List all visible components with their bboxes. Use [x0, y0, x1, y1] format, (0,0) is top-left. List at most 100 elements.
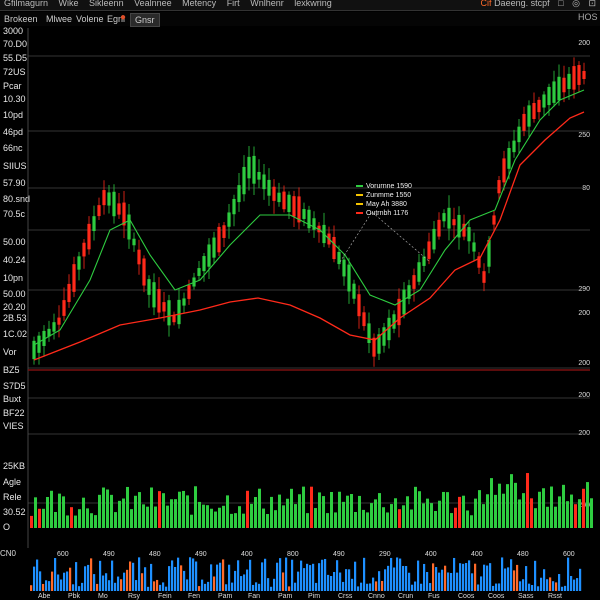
oscillator-bar — [159, 584, 162, 591]
volume-bar — [250, 503, 253, 528]
oscillator-bar — [216, 564, 219, 591]
oscillator-bar — [486, 565, 489, 591]
volume-bar — [582, 488, 585, 528]
volume-bar — [530, 498, 533, 528]
oscillator-bar — [84, 566, 87, 591]
x-tick-label: 490 — [333, 551, 345, 558]
volume-bar — [494, 494, 497, 528]
candle-body — [197, 268, 201, 276]
oscillator-bar — [567, 557, 570, 591]
oscillator-bar — [129, 561, 132, 591]
oscillator-bar — [288, 586, 291, 591]
oscillator-bar — [102, 575, 105, 591]
oscillator-bar — [282, 572, 285, 591]
oscillator-bar — [237, 560, 240, 591]
volume-bar — [278, 494, 281, 528]
oscillator-bar — [243, 574, 246, 591]
x-tick-label: Rsst — [548, 593, 562, 600]
volume-bar — [202, 504, 205, 528]
volume-bar — [406, 496, 409, 528]
volume-bar — [306, 513, 309, 528]
oscillator-bar — [363, 557, 366, 591]
oscillator-bar — [57, 574, 60, 591]
oscillator-bar — [324, 558, 327, 591]
oscillator-bar — [204, 583, 207, 591]
volume-bar — [254, 497, 257, 528]
x-tick-label: 480 — [149, 551, 161, 558]
oscillator-bar — [561, 586, 564, 591]
volume-bar — [434, 510, 437, 528]
volume-bar — [286, 498, 289, 528]
candle-body — [517, 126, 521, 143]
candle-body — [157, 289, 161, 313]
oscillator-bar — [372, 577, 375, 591]
oscillator-bar — [123, 572, 126, 591]
x-tick-label: Pim — [308, 593, 321, 600]
volume-bar — [102, 487, 105, 528]
legend-label: May Ah 3880 — [366, 201, 407, 208]
oscillator-bar — [426, 572, 429, 591]
volume-bar — [234, 513, 237, 528]
oscillator-bar — [258, 583, 261, 591]
oscillator-bar — [522, 579, 525, 591]
oscillator-bar — [537, 586, 540, 591]
volume-bar — [478, 490, 481, 528]
volume-bar — [334, 512, 337, 528]
volume-bar — [442, 491, 445, 528]
volume-bar — [482, 504, 485, 528]
volume-bar — [346, 495, 349, 528]
oscillator-bar — [165, 586, 168, 591]
candle-body — [62, 300, 66, 316]
volume-bar — [154, 506, 157, 528]
volume-bar — [294, 504, 297, 528]
candle-body — [187, 285, 191, 299]
volume-bar — [414, 486, 417, 528]
candle-body — [177, 299, 181, 325]
x-tick-label: Mo — [98, 593, 108, 600]
volume-bar — [86, 508, 89, 528]
oscillator-bar — [399, 558, 402, 591]
volume-bar — [138, 492, 141, 528]
oscillator-bar — [465, 563, 468, 591]
oscillator-bar — [192, 558, 195, 591]
oscillator-bar — [384, 569, 387, 591]
oscillator-bar — [507, 567, 510, 591]
oscillator-bar — [228, 564, 231, 591]
oscillator-bar — [444, 565, 447, 591]
candle-body — [97, 205, 101, 217]
volume-bar — [450, 513, 453, 528]
candle-body — [532, 103, 536, 119]
oscillator-bar — [534, 560, 537, 591]
candle-body — [547, 86, 551, 106]
oscillator-bar — [138, 557, 141, 591]
volume-bar — [454, 507, 457, 528]
volume-bar — [302, 486, 305, 528]
volume-bar — [534, 508, 537, 528]
oscillator-bar — [396, 557, 399, 591]
oscillator-bar — [276, 562, 279, 591]
oscillator-bar — [447, 572, 450, 591]
volume-bar — [522, 493, 525, 528]
oscillator-bar — [78, 586, 81, 591]
oscillator-bar — [108, 580, 111, 591]
candle-body — [92, 216, 96, 232]
oscillator-bar — [285, 557, 288, 591]
oscillator-bar — [327, 574, 330, 591]
candle-body — [117, 203, 121, 215]
legend: Vorurnne 1590 Zunmme 1550 May Ah 3880 Ou… — [356, 182, 412, 218]
chart-canvas[interactable] — [0, 0, 600, 600]
candle-body — [67, 283, 71, 303]
candle-body — [507, 148, 511, 169]
candle-body — [272, 186, 276, 201]
candle-body — [557, 76, 561, 101]
candle-body — [452, 219, 456, 226]
oscillator-bar — [150, 563, 153, 591]
oscillator-bar — [60, 579, 63, 591]
candle-body — [412, 275, 416, 289]
volume-bar — [98, 494, 101, 528]
oscillator-bar — [183, 570, 186, 591]
volume-bar — [458, 496, 461, 528]
x-tick-label: 800 — [287, 551, 299, 558]
oscillator-bar — [201, 579, 204, 591]
volume-bar — [34, 497, 37, 528]
